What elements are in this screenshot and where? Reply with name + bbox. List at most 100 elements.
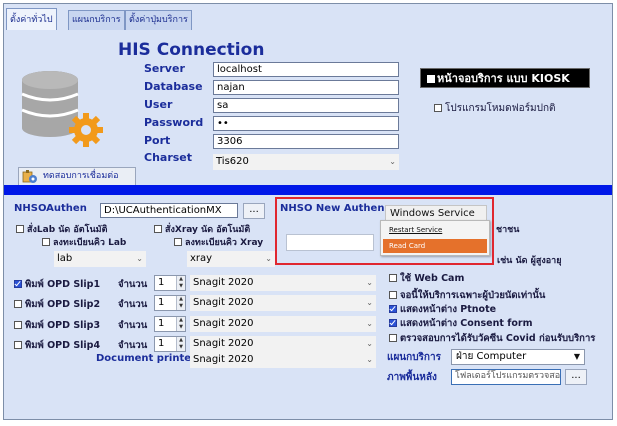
checkbox-icon [174, 238, 182, 246]
caret-down-icon: ▼ [573, 352, 580, 361]
spin-down-icon[interactable]: ▼ [176, 283, 185, 290]
option-checkbox[interactable]: ใช้ Web Cam [389, 271, 464, 286]
chevron-down-icon: ⌄ [265, 254, 272, 263]
kiosk-mode-label: หน้าจอบริการ แบบ KIOSK [437, 72, 570, 85]
printer-select[interactable]: Snagit 2020 ⌄ [190, 295, 376, 311]
nhso-authen-label: NHSOAuthen [14, 203, 87, 214]
charset-select[interactable]: Tis620 ⌄ [213, 154, 399, 170]
lab-queue-checkbox[interactable]: ลงทะเบียนคิว Lab [42, 235, 126, 249]
checkbox-icon [389, 291, 397, 299]
test-connection-icon [22, 170, 37, 183]
password-label: Password [144, 116, 204, 129]
normal-form-mode-label: โปรแกรมโหมดฟอร์มปกติ [445, 103, 556, 114]
option-partial-1: ชาชน [496, 225, 520, 235]
opd-slip-checkbox[interactable]: พิมพ์ OPD Slip4 [14, 338, 100, 353]
spin-down-icon[interactable]: ▼ [176, 344, 185, 351]
quantity-stepper[interactable]: 1 ▲ ▼ [154, 316, 186, 332]
printer-value: Snagit 2020 [193, 277, 254, 288]
lab-value: lab [57, 253, 73, 264]
xray-queue-checkbox[interactable]: ลงทะเบียนคิว Xray [174, 235, 263, 249]
password-field[interactable]: •• [213, 116, 399, 131]
printer-value: Snagit 2020 [193, 297, 254, 308]
tab-bar: ตั้งค่าทั่วไป แผนกบริการ ตั้งค่าปุ่มบริก… [4, 4, 612, 31]
kiosk-mode-toggle[interactable]: หน้าจอบริการ แบบ KIOSK [420, 68, 590, 88]
spin-down-icon[interactable]: ▼ [176, 324, 185, 331]
checkbox-icon [14, 341, 22, 349]
document-printer-select[interactable]: Snagit 2020 ⌄ [190, 352, 376, 368]
chevron-down-icon: ⌄ [366, 355, 373, 364]
option-label: ตรวจสอบการได้รับวัคซีน Covid ก่อนรับบริก… [400, 333, 596, 344]
auto-xray-checkbox[interactable]: สั่งXray นัด อัตโนมัติ [154, 222, 250, 236]
spin-up-icon[interactable]: ▲ [176, 317, 185, 324]
option-checkbox[interactable]: แสดงหน้าต่าง Ptnote [389, 302, 496, 317]
opd-slip-checkbox[interactable]: พิมพ์ OPD Slip2 [14, 297, 100, 312]
charset-value: Tis620 [216, 156, 249, 167]
quantity-label: จำนวน [118, 279, 148, 290]
option-checkbox[interactable]: แสดงหน้าต่าง Consent form [389, 316, 533, 331]
test-connection-label: ทดสอบการเชื่อมต่อ [43, 171, 119, 181]
browse-background-button[interactable]: ... [565, 369, 587, 385]
document-printer-value: Snagit 2020 [193, 354, 254, 365]
checkbox-icon [389, 305, 397, 313]
lab-queue-label: ลงทะเบียนคิว Lab [53, 238, 127, 248]
quantity-value: 1 [158, 338, 165, 349]
his-connection-title: HIS Connection [118, 40, 265, 60]
auto-lab-checkbox[interactable]: สั่งLab นัด อัตโนมัติ [16, 222, 107, 236]
printer-value: Snagit 2020 [193, 318, 254, 329]
xray-queue-label: ลงทะเบียนคิว Xray [185, 238, 264, 248]
spin-down-icon[interactable]: ▼ [176, 303, 185, 310]
opd-slip-label: พิมพ์ OPD Slip1 [25, 279, 101, 290]
checkbox-icon [389, 274, 397, 282]
chevron-down-icon: ⌄ [366, 278, 373, 287]
server-field[interactable]: localhost [213, 62, 399, 77]
chevron-down-icon: ⌄ [366, 339, 373, 348]
printer-select[interactable]: Snagit 2020 ⌄ [190, 336, 376, 352]
nhso-authen-path-field[interactable]: D:\UCAuthenticationMX [100, 203, 238, 218]
chevron-down-icon: ⌄ [389, 157, 396, 166]
service-dept-select[interactable]: ฝ่าย Computer ▼ [451, 349, 585, 365]
spin-up-icon[interactable]: ▲ [176, 337, 185, 344]
tab-general-settings[interactable]: ตั้งค่าทั่วไป [6, 8, 57, 31]
checkbox-icon [389, 334, 397, 342]
xray-value: xray [190, 253, 213, 264]
checkbox-icon [389, 319, 397, 327]
opd-slip-checkbox[interactable]: พิมพ์ OPD Slip1 [14, 277, 100, 292]
tab-service-buttons[interactable]: ตั้งค่าปุ่มบริการ [125, 10, 192, 30]
database-gear-icon [21, 71, 103, 147]
browse-nhso-button[interactable]: ... [243, 203, 265, 219]
printer-select[interactable]: Snagit 2020 ⌄ [190, 316, 376, 332]
lab-select[interactable]: lab ⌄ [54, 251, 146, 267]
checkbox-icon [42, 238, 50, 246]
background-path-field[interactable]: โฟลเดอร์โปรแกรมตรวจสอ [451, 369, 561, 385]
settings-window: ตั้งค่าทั่วไป แผนกบริการ ตั้งค่าปุ่มบริก… [3, 3, 613, 420]
printer-select[interactable]: Snagit 2020 ⌄ [190, 275, 376, 291]
user-label: User [144, 98, 173, 111]
spin-up-icon[interactable]: ▲ [176, 296, 185, 303]
test-connection-button[interactable]: ทดสอบการเชื่อมต่อ [18, 167, 136, 186]
option-label: ใช้ Web Cam [400, 273, 465, 284]
spin-up-icon[interactable]: ▲ [176, 276, 185, 283]
option-checkbox[interactable]: จอนี้ให้บริการเฉพาะผู้ป่วยนัดเท่านั้น [389, 288, 545, 303]
xray-select[interactable]: xray ⌄ [187, 251, 275, 267]
normal-form-mode-checkbox[interactable]: โปรแกรมโหมดฟอร์มปกติ [434, 101, 556, 116]
checkbox-square-icon [427, 75, 435, 83]
highlight-box [275, 197, 494, 265]
checkbox-icon [434, 104, 442, 112]
checkbox-icon [14, 280, 22, 288]
option-label: จอนี้ให้บริการเฉพาะผู้ป่วยนัดเท่านั้น [400, 290, 546, 301]
quantity-value: 1 [158, 318, 165, 329]
quantity-stepper[interactable]: 1 ▲ ▼ [154, 275, 186, 291]
quantity-stepper[interactable]: 1 ▲ ▼ [154, 336, 186, 352]
chevron-down-icon: ⌄ [366, 319, 373, 328]
user-field[interactable]: sa [213, 98, 399, 113]
tab-service-department[interactable]: แผนกบริการ [68, 10, 125, 30]
database-field[interactable]: najan [213, 80, 399, 95]
port-field[interactable]: 3306 [213, 134, 399, 149]
opd-slip-checkbox[interactable]: พิมพ์ OPD Slip3 [14, 318, 100, 333]
opd-slip-label: พิมพ์ OPD Slip4 [25, 340, 101, 351]
quantity-stepper[interactable]: 1 ▲ ▼ [154, 295, 186, 311]
option-label: แสดงหน้าต่าง Ptnote [400, 304, 497, 315]
auto-xray-label: สั่งXray นัด อัตโนมัติ [165, 225, 251, 235]
option-checkbox[interactable]: ตรวจสอบการได้รับวัคซีน Covid ก่อนรับบริก… [389, 331, 595, 346]
printer-value: Snagit 2020 [193, 338, 254, 349]
